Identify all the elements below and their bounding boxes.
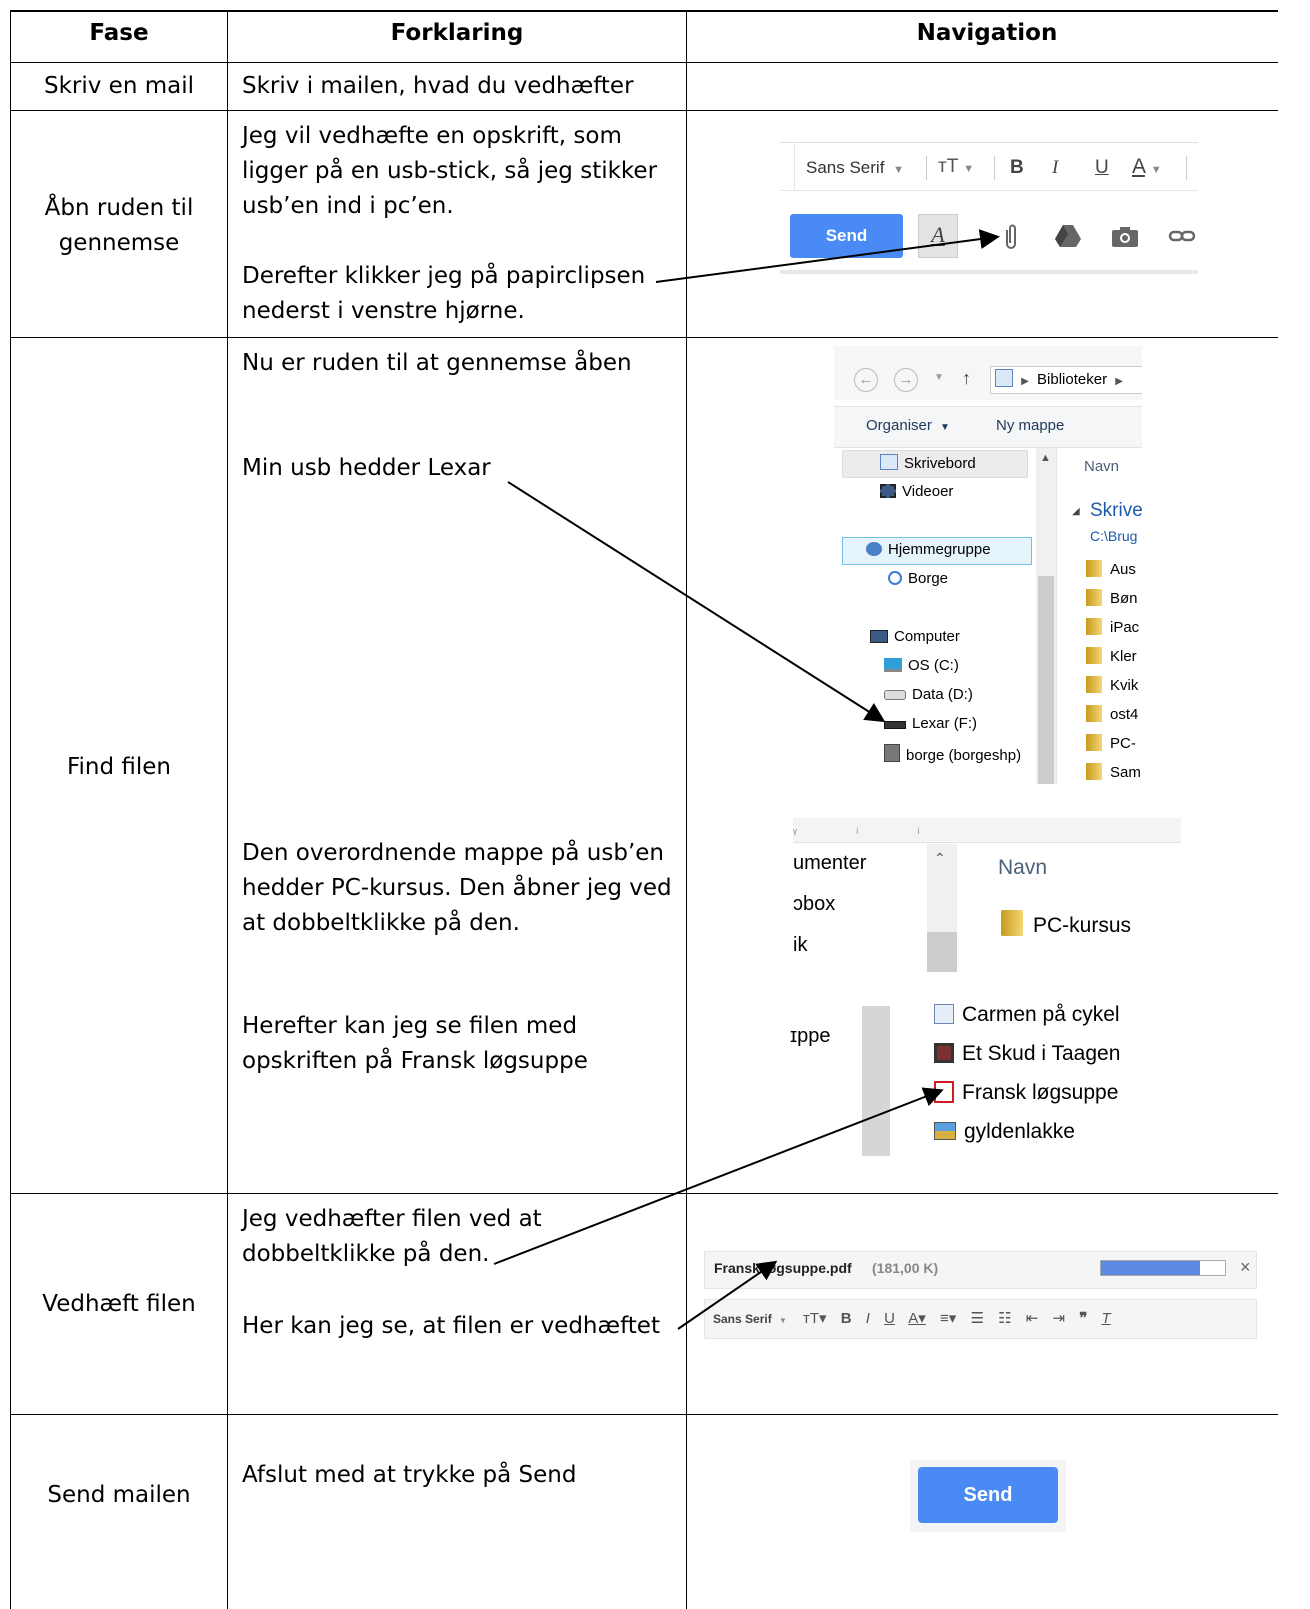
arrow-overlay bbox=[493, 229, 1000, 1330]
arrow-to-fransk-file bbox=[493, 1087, 944, 1265]
arrow-to-paperclip bbox=[655, 229, 1000, 283]
arrow-to-lexar bbox=[507, 481, 886, 723]
arrow-to-attachment bbox=[677, 1260, 778, 1330]
